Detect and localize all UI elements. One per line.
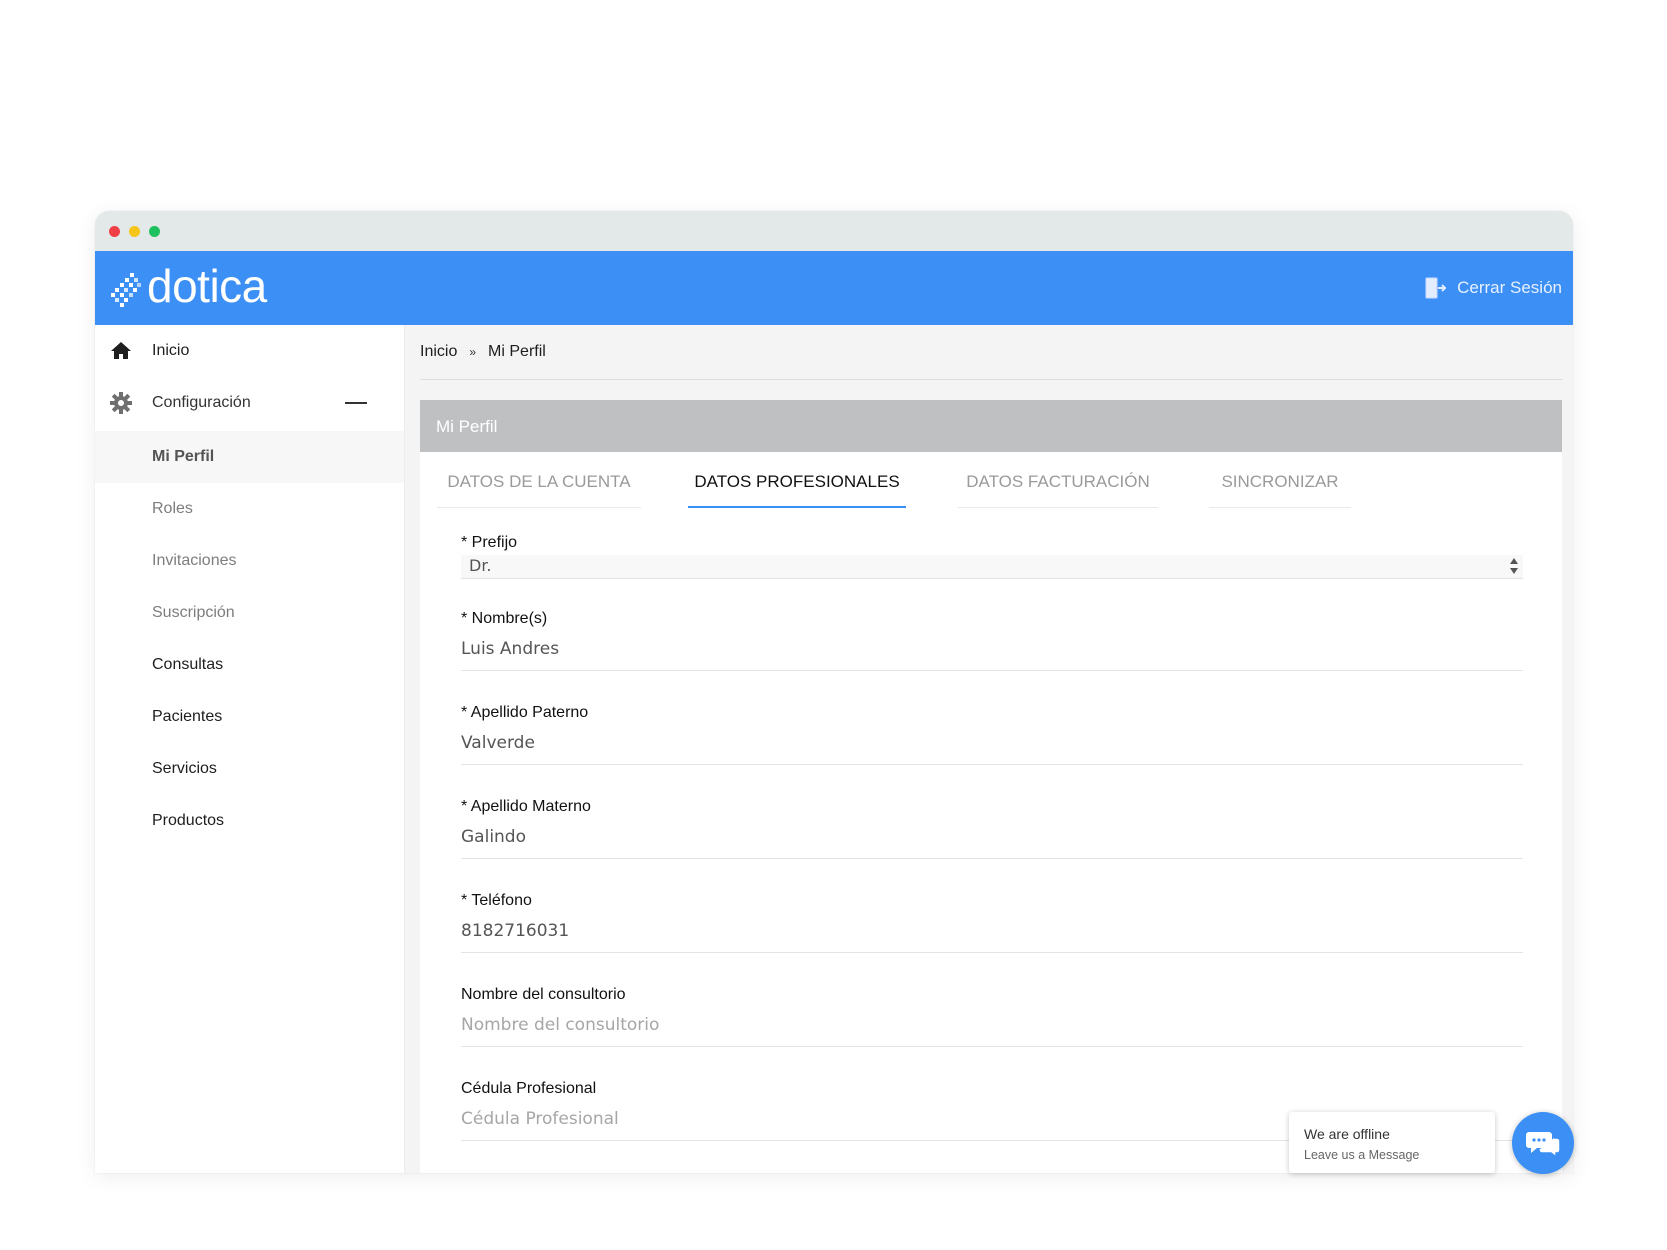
telefono-input[interactable] [461, 918, 1523, 944]
tab-datos-de-la-cuenta[interactable]: DATOS DE LA CUENTA [437, 472, 641, 508]
apellido-materno-underline [461, 858, 1523, 859]
sidebar-item-consultas[interactable]: Consultas [95, 639, 404, 691]
tab-label: SINCRONIZAR [1221, 472, 1339, 491]
profile-card: Mi Perfil DATOS DE LA CUENTA DATOS PROFE… [420, 400, 1562, 1173]
sidebar-item-label: Invitaciones [152, 552, 237, 569]
tab-sincronizar[interactable]: SINCRONIZAR [1209, 472, 1351, 508]
main-content: Inicio » Mi Perfil Mi Perfil DATOS DE LA… [405, 325, 1573, 1173]
tab-underline [1209, 507, 1351, 508]
breadcrumb-separator: » [469, 345, 477, 359]
sidebar-item-label: Roles [152, 500, 193, 517]
gear-icon [110, 392, 132, 414]
prefijo-field: * Prefijo Dr. [461, 534, 1523, 579]
telefono-field: * Teléfono [461, 892, 1523, 953]
consultorio-label: Nombre del consultorio [461, 986, 626, 1003]
sidebar-item-label: Pacientes [152, 708, 223, 725]
card-title: Mi Perfil [436, 417, 498, 436]
sidebar-item-productos[interactable]: Productos [95, 795, 404, 847]
sidebar: Inicio Configuración Mi Perfil Roles Inv… [95, 325, 405, 1173]
consultorio-underline [461, 1046, 1523, 1047]
window-chrome [95, 211, 1573, 251]
tab-label: DATOS PROFESIONALES [694, 472, 900, 491]
apellido-materno-label: * Apellido Materno [461, 798, 591, 815]
maximize-window-dot[interactable] [149, 226, 160, 237]
telefono-underline [461, 952, 1523, 953]
cedula-label: Cédula Profesional [461, 1080, 597, 1097]
tab-datos-facturacion[interactable]: DATOS FACTURACIÓN [958, 472, 1158, 508]
sidebar-item-roles[interactable]: Roles [95, 483, 404, 535]
sidebar-item-label: Suscripción [152, 604, 235, 621]
apellido-paterno-input[interactable] [461, 730, 1523, 756]
prefijo-select[interactable]: Dr. [461, 555, 1523, 579]
tab-datos-profesionales[interactable]: DATOS PROFESIONALES [688, 472, 906, 508]
chat-subtitle: Leave us a Message [1304, 1148, 1420, 1162]
sidebar-item-servicios[interactable]: Servicios [95, 743, 404, 795]
collapse-minus-icon[interactable] [345, 402, 367, 404]
telefono-label: * Teléfono [461, 892, 532, 909]
apellido-materno-input[interactable] [461, 824, 1523, 850]
browser-window: dotica Cerrar Sesión Inicio Configuració… [95, 211, 1573, 1173]
sidebar-item-pacientes[interactable]: Pacientes [95, 691, 404, 743]
logo-wordmark: dotica [147, 260, 267, 312]
breadcrumb-current: Mi Perfil [488, 343, 546, 360]
breadcrumb: Inicio » Mi Perfil [420, 343, 546, 361]
apellido-paterno-field: * Apellido Paterno [461, 704, 1523, 765]
nombre-label: * Nombre(s) [461, 610, 548, 627]
breadcrumb-home-link[interactable]: Inicio [420, 343, 457, 361]
chat-icon [1526, 1132, 1561, 1159]
sidebar-item-configuracion[interactable]: Configuración [95, 377, 404, 429]
tab-label: DATOS DE LA CUENTA [447, 472, 631, 491]
sidebar-item-label: Consultas [152, 656, 224, 673]
sidebar-item-invitaciones[interactable]: Invitaciones [95, 535, 404, 587]
sidebar-item-label: Productos [152, 812, 225, 829]
sidebar-item-label: Mi Perfil [152, 448, 215, 465]
apellido-materno-field: * Apellido Materno [461, 798, 1523, 859]
sidebar-item-label: Inicio [152, 342, 190, 359]
apellido-paterno-underline [461, 764, 1523, 765]
prefijo-selected-value: Dr. [469, 556, 492, 575]
tab-underline [437, 507, 641, 508]
app-header: dotica Cerrar Sesión [95, 251, 1573, 325]
logout-door-icon [1425, 277, 1447, 299]
nombre-input[interactable] [461, 636, 1523, 662]
tab-label: DATOS FACTURACIÓN [966, 472, 1150, 491]
dotica-logo-icon [111, 273, 141, 307]
nombre-field: * Nombre(s) [461, 610, 1523, 671]
tab-active-underline [688, 506, 906, 508]
consultorio-field: Nombre del consultorio [461, 986, 1523, 1047]
logout-button[interactable]: Cerrar Sesión [1425, 271, 1562, 305]
apellido-paterno-label: * Apellido Paterno [461, 704, 589, 721]
chat-title: We are offline [1304, 1126, 1390, 1142]
sidebar-item-mi-perfil[interactable]: Mi Perfil [95, 431, 404, 483]
nombre-underline [461, 670, 1523, 671]
minimize-window-dot[interactable] [129, 226, 140, 237]
sidebar-item-label: Servicios [152, 760, 217, 777]
card-header: Mi Perfil [420, 400, 1562, 452]
breadcrumb-divider [420, 379, 1562, 380]
home-icon [111, 342, 131, 359]
close-window-dot[interactable] [109, 226, 120, 237]
prefijo-label: * Prefijo [461, 534, 518, 551]
chat-launcher-button[interactable] [1512, 1112, 1574, 1174]
logout-label: Cerrar Sesión [1457, 278, 1562, 297]
consultorio-input[interactable] [461, 1012, 1523, 1038]
sidebar-item-inicio[interactable]: Inicio [95, 325, 404, 377]
sidebar-item-suscripcion[interactable]: Suscripción [95, 587, 404, 639]
tab-underline [958, 507, 1158, 508]
select-arrows-icon [1510, 558, 1518, 574]
sidebar-item-label: Configuración [152, 394, 251, 411]
chat-offline-bubble[interactable]: We are offline Leave us a Message [1289, 1112, 1495, 1173]
